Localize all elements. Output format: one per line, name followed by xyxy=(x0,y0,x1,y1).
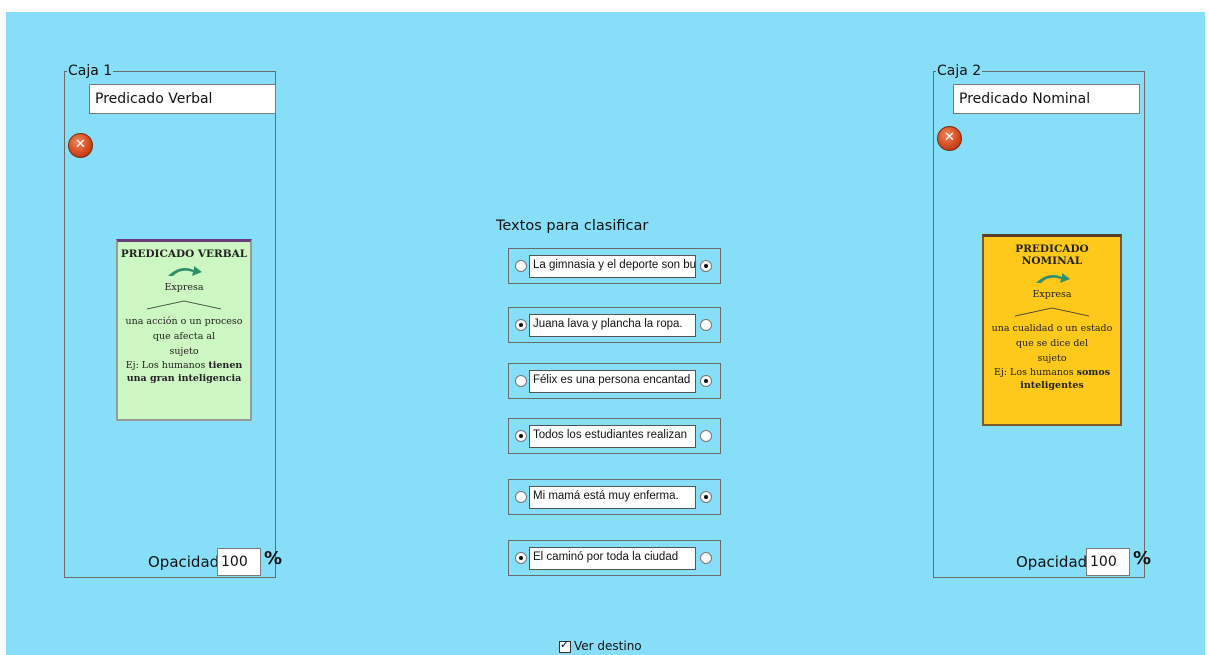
text-item[interactable]: Mi mamá está muy enferma. xyxy=(508,479,721,515)
card-title: PREDICADO VERBAL xyxy=(120,248,248,260)
radio-caja-1[interactable] xyxy=(515,375,527,387)
card-line-2: que afecta al xyxy=(152,331,216,342)
caja-1-percent: % xyxy=(264,548,283,569)
card-expresa: Expresa xyxy=(164,282,204,293)
caja-2-delete-button[interactable]: ✕ xyxy=(937,126,962,151)
radio-caja-2[interactable] xyxy=(700,260,712,272)
card-line-3: sujeto xyxy=(169,346,199,357)
radio-caja-1[interactable] xyxy=(515,260,527,272)
radio-caja-2[interactable] xyxy=(700,319,712,331)
caja-2-legend: Caja 2 xyxy=(937,63,982,79)
radio-caja-2[interactable] xyxy=(700,552,712,564)
caja-2-opacity-input[interactable] xyxy=(1086,548,1130,576)
radio-caja-1[interactable] xyxy=(515,552,527,564)
text-item-label[interactable]: La gimnasia y el deporte son bu xyxy=(529,255,696,278)
activity-stage: Caja 1 ✕ PREDICADO VERBAL Expresa una ac… xyxy=(6,12,1205,655)
radio-caja-2[interactable] xyxy=(700,491,712,503)
close-icon: ✕ xyxy=(944,130,955,145)
branch-lines xyxy=(146,300,222,310)
card-line-2: que se dice del xyxy=(1015,338,1089,349)
ver-destino-label: Ver destino xyxy=(574,639,642,653)
radio-caja-1[interactable] xyxy=(515,430,527,442)
radio-caja-2[interactable] xyxy=(700,375,712,387)
text-item-label[interactable]: El caminó por toda la ciudad xyxy=(529,547,696,570)
text-item-label[interactable]: Juana lava y plancha la ropa. xyxy=(529,314,696,337)
caja-2-percent: % xyxy=(1133,548,1152,569)
close-icon: ✕ xyxy=(75,137,86,152)
card-example: Ej: Los humanos somos inteligentes xyxy=(993,367,1111,391)
text-item-label[interactable]: Félix es una persona encantad xyxy=(529,370,696,393)
curved-arrow-icon xyxy=(168,266,202,276)
text-item[interactable]: El caminó por toda la ciudad xyxy=(508,540,721,576)
ver-destino-checkbox[interactable]: Ver destino xyxy=(559,638,642,653)
caja-1-legend: Caja 1 xyxy=(68,63,113,79)
radio-caja-1[interactable] xyxy=(515,319,527,331)
radio-caja-1[interactable] xyxy=(515,491,527,503)
text-item[interactable]: La gimnasia y el deporte son bu xyxy=(508,248,721,284)
card-line-3: sujeto xyxy=(1037,353,1067,364)
card-example: Ej: Los humanos tienen una gran intelige… xyxy=(125,360,243,384)
caja-1-name-input[interactable] xyxy=(89,84,276,114)
predicado-nominal-card[interactable]: PREDICADO NOMINAL Expresa una cualidad o… xyxy=(982,234,1122,426)
text-item[interactable]: Félix es una persona encantad xyxy=(508,363,721,399)
caja-1-opacity-input[interactable] xyxy=(217,548,261,576)
checkbox-check-icon[interactable] xyxy=(559,638,571,653)
radio-caja-2[interactable] xyxy=(700,430,712,442)
predicado-verbal-card[interactable]: PREDICADO VERBAL Expresa una acción o un… xyxy=(116,239,252,421)
text-item-label[interactable]: Mi mamá está muy enferma. xyxy=(529,486,696,509)
textos-title: Textos para clasificar xyxy=(496,218,649,234)
caja-2-name-input[interactable] xyxy=(953,84,1140,114)
caja-2-opacity-label: Opacidad xyxy=(1016,553,1088,571)
caja-1-delete-button[interactable]: ✕ xyxy=(68,133,93,158)
text-item-label[interactable]: Todos los estudiantes realizan xyxy=(529,425,696,448)
card-title: PREDICADO NOMINAL xyxy=(1015,243,1089,267)
card-line-1: una cualidad o un estado xyxy=(991,323,1113,334)
text-item[interactable]: Todos los estudiantes realizan xyxy=(508,418,721,454)
card-expresa: Expresa xyxy=(1032,289,1072,300)
curved-arrow-icon xyxy=(1036,273,1070,283)
branch-lines xyxy=(1014,307,1090,317)
text-item[interactable]: Juana lava y plancha la ropa. xyxy=(508,307,721,343)
card-line-1: una acción o un proceso xyxy=(125,316,243,327)
caja-1-opacity-label: Opacidad xyxy=(148,553,220,571)
